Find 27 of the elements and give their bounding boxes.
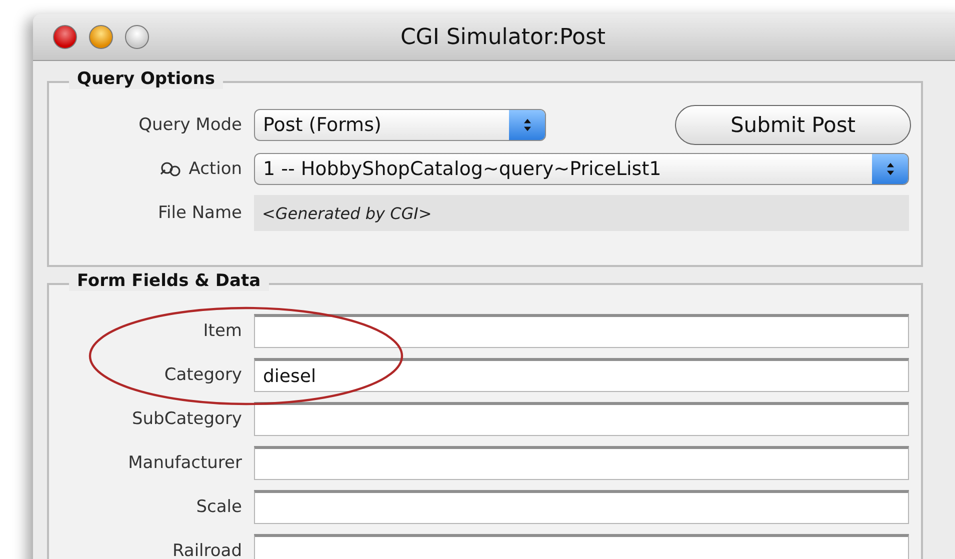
field-label: Item — [202, 321, 243, 341]
input-field[interactable] — [254, 534, 909, 559]
window-title: CGI Simulator:Post — [400, 24, 606, 50]
input-field[interactable] — [254, 314, 909, 348]
field-label: Manufacturer — [127, 453, 243, 473]
file-name-field: <Generated by CGI> — [254, 195, 909, 231]
input-field[interactable]: diesel — [254, 358, 909, 392]
field-label: Scale — [195, 497, 243, 517]
field-label: Query Mode — [138, 115, 243, 135]
minimize-button[interactable] — [89, 25, 113, 49]
dropdown-arrows-icon — [522, 118, 532, 132]
field-label: SubCategory — [130, 409, 243, 429]
field-label: Category — [163, 365, 243, 385]
input-field[interactable] — [254, 446, 909, 480]
input-field[interactable] — [254, 402, 909, 436]
close-button[interactable] — [53, 25, 77, 49]
query-mode-dropdown[interactable]: Post (Forms) — [254, 109, 546, 141]
group-title: Query Options — [69, 69, 223, 89]
field-label: Action — [188, 159, 242, 179]
group-title: Form Fields & Data — [69, 271, 269, 291]
field-label: Railroad — [171, 541, 243, 559]
field-label: File Name — [156, 203, 243, 223]
submit-button[interactable]: Submit Post — [675, 105, 911, 145]
dropdown-arrows-icon — [886, 162, 894, 176]
action-dropdown[interactable]: 1 -- HobbyShopCatalog~query~PriceList1 — [254, 153, 909, 185]
zoom-button[interactable] — [125, 25, 149, 49]
input-field[interactable] — [254, 490, 909, 524]
